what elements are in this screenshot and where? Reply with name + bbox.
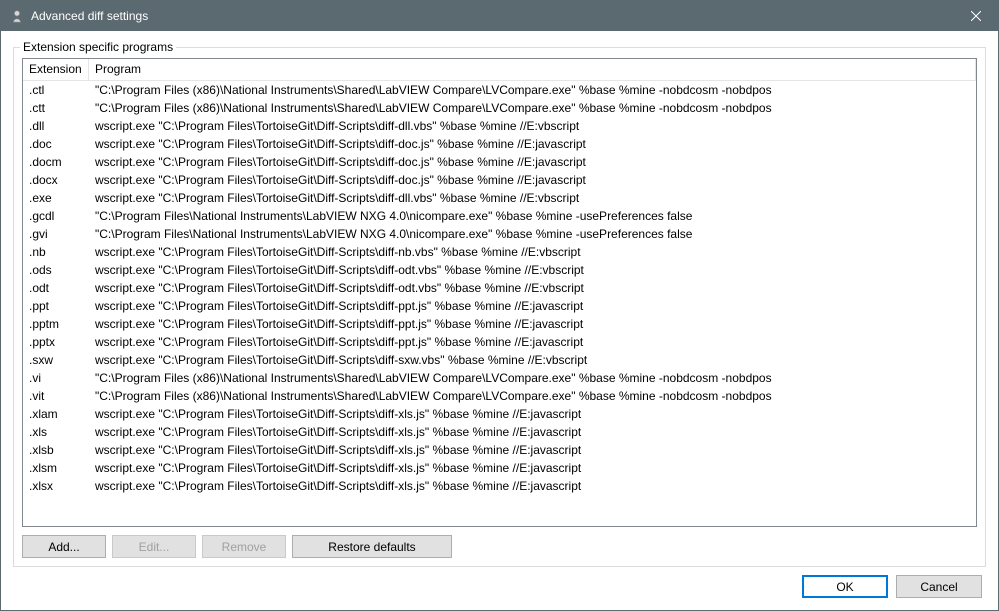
column-header-program[interactable]: Program (89, 59, 976, 80)
cell-program: wscript.exe "C:\Program Files\TortoiseGi… (89, 117, 976, 135)
table-row[interactable]: .docwscript.exe "C:\Program Files\Tortoi… (23, 135, 976, 153)
table-row[interactable]: .vit"C:\Program Files (x86)\National Ins… (23, 387, 976, 405)
cell-program: wscript.exe "C:\Program Files\TortoiseGi… (89, 171, 976, 189)
cell-program: wscript.exe "C:\Program Files\TortoiseGi… (89, 351, 976, 369)
close-button[interactable] (953, 1, 998, 31)
table-row[interactable]: .xlsbwscript.exe "C:\Program Files\Torto… (23, 441, 976, 459)
extension-listview[interactable]: Extension Program .ctl"C:\Program Files … (22, 58, 977, 527)
cell-program: wscript.exe "C:\Program Files\TortoiseGi… (89, 405, 976, 423)
cell-extension: .odt (23, 279, 89, 297)
table-row[interactable]: .xlamwscript.exe "C:\Program Files\Torto… (23, 405, 976, 423)
table-row[interactable]: .gvi"C:\Program Files\National Instrumen… (23, 225, 976, 243)
extension-programs-group: Extension specific programs Extension Pr… (13, 47, 986, 567)
table-row[interactable]: .xlsmwscript.exe "C:\Program Files\Torto… (23, 459, 976, 477)
cell-program: wscript.exe "C:\Program Files\TortoiseGi… (89, 297, 976, 315)
cell-extension: .pptm (23, 315, 89, 333)
table-row[interactable]: .pptmwscript.exe "C:\Program Files\Torto… (23, 315, 976, 333)
cell-extension: .dll (23, 117, 89, 135)
cell-extension: .xls (23, 423, 89, 441)
close-icon (971, 11, 981, 21)
cell-program: wscript.exe "C:\Program Files\TortoiseGi… (89, 441, 976, 459)
table-row[interactable]: .docmwscript.exe "C:\Program Files\Torto… (23, 153, 976, 171)
cell-extension: .vit (23, 387, 89, 405)
add-button[interactable]: Add... (22, 535, 106, 558)
cell-extension: .doc (23, 135, 89, 153)
cell-program: "C:\Program Files (x86)\National Instrum… (89, 369, 976, 387)
cell-program: wscript.exe "C:\Program Files\TortoiseGi… (89, 261, 976, 279)
cell-extension: .docx (23, 171, 89, 189)
app-icon (9, 8, 25, 24)
dialog-footer: OK Cancel (13, 567, 986, 600)
cell-program: "C:\Program Files\National Instruments\L… (89, 225, 976, 243)
client-area: Extension specific programs Extension Pr… (1, 31, 998, 610)
cell-program: "C:\Program Files (x86)\National Instrum… (89, 387, 976, 405)
cell-extension: .vi (23, 369, 89, 387)
titlebar: Advanced diff settings (1, 1, 998, 31)
cell-extension: .ods (23, 261, 89, 279)
cell-extension: .sxw (23, 351, 89, 369)
cell-extension: .gcdl (23, 207, 89, 225)
table-row[interactable]: .docxwscript.exe "C:\Program Files\Torto… (23, 171, 976, 189)
cell-extension: .docm (23, 153, 89, 171)
cell-extension: .ctl (23, 81, 89, 99)
cell-program: "C:\Program Files (x86)\National Instrum… (89, 99, 976, 117)
table-row[interactable]: .odswscript.exe "C:\Program Files\Tortoi… (23, 261, 976, 279)
cell-program: wscript.exe "C:\Program Files\TortoiseGi… (89, 333, 976, 351)
table-row[interactable]: .sxwwscript.exe "C:\Program Files\Tortoi… (23, 351, 976, 369)
group-label: Extension specific programs (20, 40, 176, 54)
cell-program: wscript.exe "C:\Program Files\TortoiseGi… (89, 279, 976, 297)
table-row[interactable]: .xlsxwscript.exe "C:\Program Files\Torto… (23, 477, 976, 495)
remove-button[interactable]: Remove (202, 535, 286, 558)
cell-program: wscript.exe "C:\Program Files\TortoiseGi… (89, 459, 976, 477)
restore-defaults-button[interactable]: Restore defaults (292, 535, 452, 558)
cell-extension: .xlsb (23, 441, 89, 459)
cell-program: wscript.exe "C:\Program Files\TortoiseGi… (89, 153, 976, 171)
cell-extension: .nb (23, 243, 89, 261)
cell-extension: .xlsx (23, 477, 89, 495)
table-row[interactable]: .gcdl"C:\Program Files\National Instrume… (23, 207, 976, 225)
cell-extension: .xlsm (23, 459, 89, 477)
table-row[interactable]: .odtwscript.exe "C:\Program Files\Tortoi… (23, 279, 976, 297)
ok-button[interactable]: OK (802, 575, 888, 598)
cell-program: wscript.exe "C:\Program Files\TortoiseGi… (89, 135, 976, 153)
table-row[interactable]: .pptwscript.exe "C:\Program Files\Tortoi… (23, 297, 976, 315)
edit-button[interactable]: Edit... (112, 535, 196, 558)
cancel-button[interactable]: Cancel (896, 575, 982, 598)
table-row[interactable]: .exewscript.exe "C:\Program Files\Tortoi… (23, 189, 976, 207)
cell-program: "C:\Program Files\National Instruments\L… (89, 207, 976, 225)
window-title: Advanced diff settings (31, 9, 953, 23)
table-row[interactable]: .dllwscript.exe "C:\Program Files\Tortoi… (23, 117, 976, 135)
cell-extension: .ppt (23, 297, 89, 315)
cell-program: wscript.exe "C:\Program Files\TortoiseGi… (89, 189, 976, 207)
cell-program: wscript.exe "C:\Program Files\TortoiseGi… (89, 315, 976, 333)
cell-extension: .ctt (23, 99, 89, 117)
listview-body: .ctl"C:\Program Files (x86)\National Ins… (23, 81, 976, 526)
column-header-extension[interactable]: Extension (23, 59, 89, 80)
table-row[interactable]: .pptxwscript.exe "C:\Program Files\Torto… (23, 333, 976, 351)
table-row[interactable]: .vi"C:\Program Files (x86)\National Inst… (23, 369, 976, 387)
cell-program: wscript.exe "C:\Program Files\TortoiseGi… (89, 243, 976, 261)
table-row[interactable]: .nbwscript.exe "C:\Program Files\Tortois… (23, 243, 976, 261)
listview-header: Extension Program (23, 59, 976, 81)
cell-extension: .exe (23, 189, 89, 207)
action-button-row: Add... Edit... Remove Restore defaults (22, 535, 977, 558)
table-row[interactable]: .ctl"C:\Program Files (x86)\National Ins… (23, 81, 976, 99)
cell-program: wscript.exe "C:\Program Files\TortoiseGi… (89, 423, 976, 441)
cell-extension: .pptx (23, 333, 89, 351)
cell-program: "C:\Program Files (x86)\National Instrum… (89, 81, 976, 99)
cell-extension: .xlam (23, 405, 89, 423)
dialog-window: Advanced diff settings Extension specifi… (0, 0, 999, 611)
table-row[interactable]: .ctt"C:\Program Files (x86)\National Ins… (23, 99, 976, 117)
table-row[interactable]: .xlswscript.exe "C:\Program Files\Tortoi… (23, 423, 976, 441)
cell-program: wscript.exe "C:\Program Files\TortoiseGi… (89, 477, 976, 495)
cell-extension: .gvi (23, 225, 89, 243)
